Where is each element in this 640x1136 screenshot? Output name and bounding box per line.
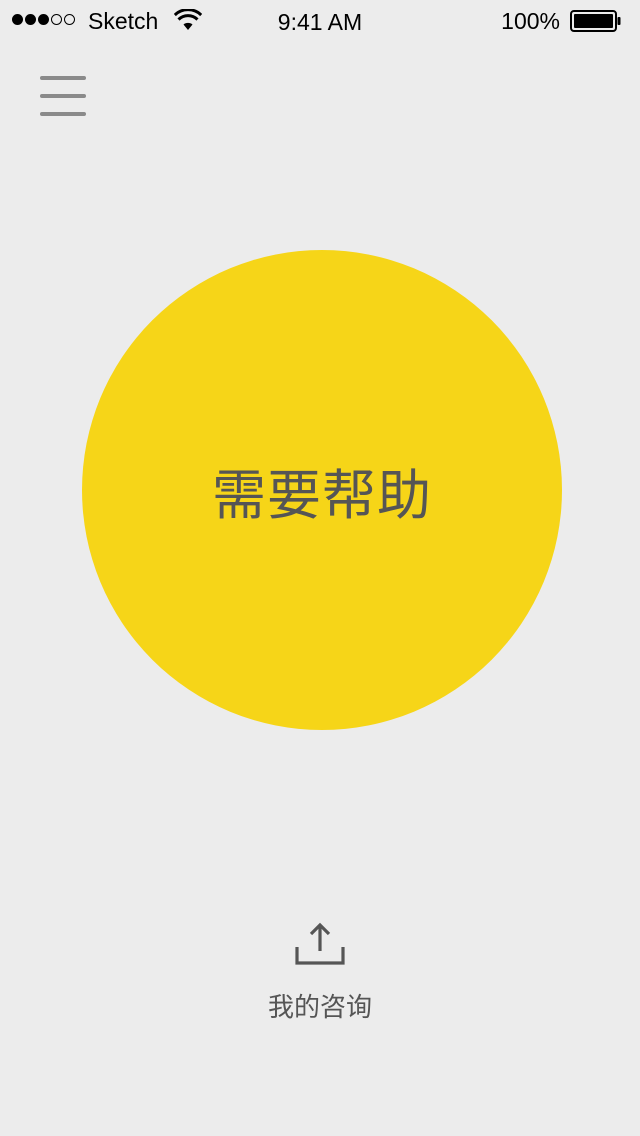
menu-button[interactable] <box>36 72 90 120</box>
battery-icon <box>570 10 621 32</box>
status-bar: Sketch 9:41 AM 100% <box>0 0 640 40</box>
my-consultations-button[interactable]: 我的咨询 <box>220 915 420 1030</box>
need-help-label: 需要帮助 <box>212 463 432 527</box>
my-consultations-label: 我的咨询 <box>267 993 372 1023</box>
need-help-button[interactable]: 需要帮助 <box>82 250 562 730</box>
upload-icon <box>295 922 345 965</box>
battery-percentage: 100% <box>501 8 560 34</box>
